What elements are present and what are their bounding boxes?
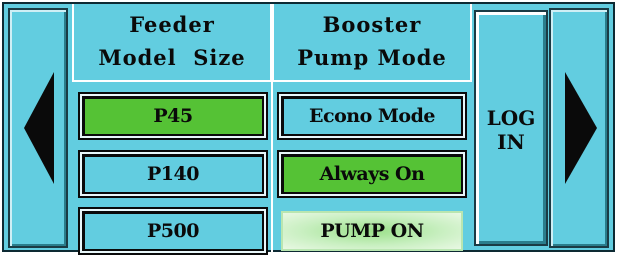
always-on-button[interactable]: Always On (279, 152, 465, 196)
login-label-line1: LOG (486, 106, 536, 130)
feeder-model-size-header: Feeder Model Size (72, 4, 272, 82)
right-arrow-icon (565, 72, 597, 184)
previous-page-button[interactable] (8, 8, 68, 248)
login-button[interactable]: LOG IN (474, 10, 548, 246)
model-p140-button[interactable]: P140 (80, 152, 266, 196)
econo-mode-button[interactable]: Econo Mode (279, 94, 465, 138)
pump-on-indicator: PUMP ON (281, 211, 463, 251)
booster-pump-mode-header: Booster Pump Mode (272, 4, 472, 82)
next-page-button[interactable] (549, 8, 609, 248)
feeder-header-line2: Model Size (98, 45, 246, 70)
left-arrow-icon (24, 72, 54, 184)
booster-header-line1: Booster (322, 12, 422, 37)
model-p500-button[interactable]: P500 (80, 209, 266, 253)
feeder-header-line1: Feeder (129, 12, 215, 37)
login-label-line2: IN (497, 130, 525, 154)
column-divider (271, 4, 273, 252)
model-p45-button[interactable]: P45 (80, 94, 266, 138)
booster-header-line2: Pump Mode (297, 45, 447, 70)
